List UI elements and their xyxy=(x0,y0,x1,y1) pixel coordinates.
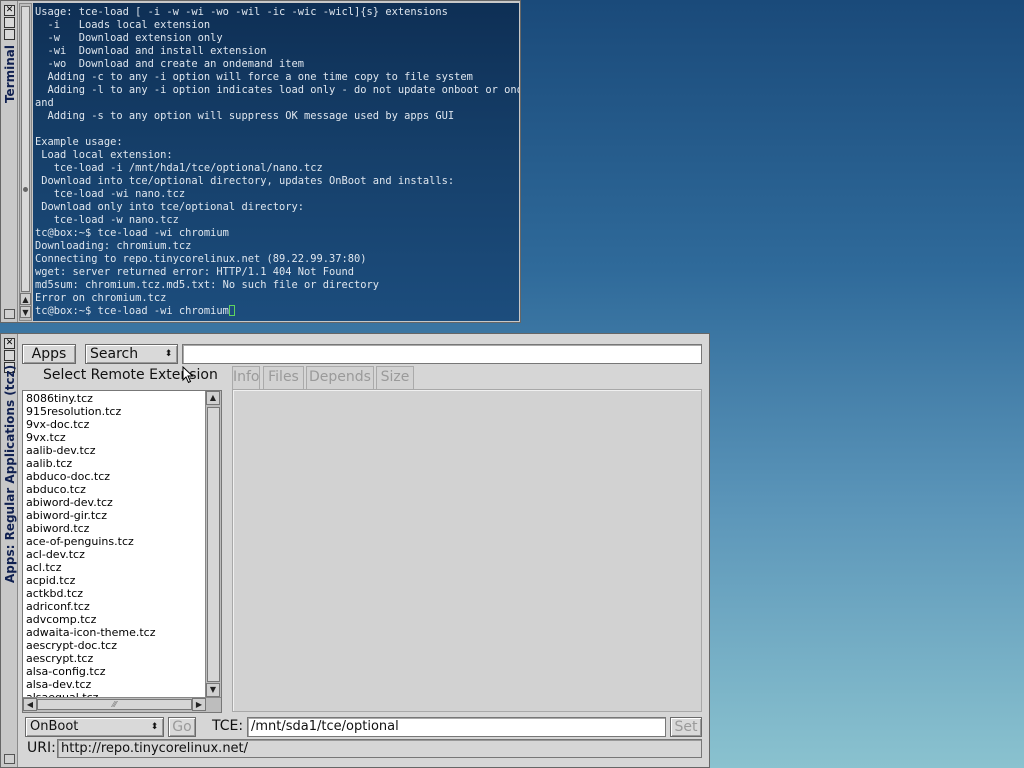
search-mode-select[interactable]: Search ⬍ xyxy=(85,344,178,364)
scroll-grip-icon xyxy=(23,187,28,192)
close-icon[interactable]: ✕ xyxy=(4,338,15,349)
terminal-line: Downloading: chromium.tcz xyxy=(35,240,192,252)
list-vertical-scrollbar[interactable]: ▲ ▼ xyxy=(205,391,221,697)
terminal-line: Example usage: xyxy=(35,136,123,148)
terminal-line: Usage: tce-load [ -i -w -wi -wo -wil -ic… xyxy=(35,6,448,18)
terminal-prompt[interactable]: tc@box:~$ tce-load -wi chromium xyxy=(35,305,519,318)
list-item[interactable]: alsa-config.tcz xyxy=(26,665,205,678)
terminal-output[interactable]: Usage: tce-load [ -i -w -wi -wo -wil -ic… xyxy=(33,3,519,321)
list-item[interactable]: actkbd.tcz xyxy=(26,587,205,600)
list-item[interactable]: aalib.tcz xyxy=(26,457,205,470)
tab-files[interactable]: Files xyxy=(263,366,304,389)
terminal-line: Adding -s to any option will suppress OK… xyxy=(35,110,455,122)
install-mode-select[interactable]: OnBoot ⬍ xyxy=(25,717,164,737)
terminal-line: md5sum: chromium.tcz.md5.txt: No such fi… xyxy=(35,279,380,291)
info-panel xyxy=(232,389,702,712)
scroll-down-arrow-icon[interactable]: ▼ xyxy=(20,306,31,318)
list-item[interactable]: abduco.tcz xyxy=(26,483,205,496)
terminal-line: Download only into tce/optional director… xyxy=(35,201,304,213)
terminal-line: tce-load -wi nano.tcz xyxy=(35,188,186,200)
list-item[interactable]: aalib-dev.tcz xyxy=(26,444,205,457)
list-item[interactable]: alsa-dev.tcz xyxy=(26,678,205,691)
terminal-line: Error on chromium.tcz xyxy=(35,292,167,304)
terminal-line: Connecting to repo.tinycorelinux.net (89… xyxy=(35,253,367,265)
resize-grip-icon[interactable] xyxy=(4,754,15,764)
terminal-line: and xyxy=(35,97,54,109)
list-item[interactable]: advcomp.tcz xyxy=(26,613,205,626)
updown-arrow-icon: ⬍ xyxy=(164,349,173,359)
apps-titlebar[interactable]: ✕ Apps: Regular Applications (tcz) xyxy=(1,334,18,767)
list-item[interactable]: abiword.tcz xyxy=(26,522,205,535)
maximize-icon[interactable] xyxy=(4,17,15,28)
extension-list[interactable]: 8086tiny.tcz 915resolution.tcz 9vx-doc.tcz… xyxy=(22,390,222,713)
list-item[interactable]: acl.tcz xyxy=(26,561,205,574)
mouse-pointer-icon xyxy=(182,366,194,384)
terminal-line: -w Download extension only xyxy=(35,32,223,44)
terminal-line: Adding -l to any -i option indicates loa… xyxy=(35,84,520,96)
scroll-up-arrow-icon[interactable]: ▲ xyxy=(20,293,31,305)
uri-field[interactable]: http://repo.tinycorelinux.net/ xyxy=(57,739,702,758)
terminal-line: tce-load -w nano.tcz xyxy=(35,214,179,226)
search-input[interactable] xyxy=(182,344,702,364)
terminal-line: wget: server returned error: HTTP/1.1 40… xyxy=(35,266,355,278)
install-mode-label: OnBoot xyxy=(30,719,79,734)
tab-depends[interactable]: Depends xyxy=(306,366,374,389)
terminal-line: tc@box:~$ tce-load -wi chromium xyxy=(35,227,229,239)
terminal-titlebar[interactable]: ✕ Terminal xyxy=(1,1,18,322)
terminal-scrollbar[interactable]: ▲ ▼ xyxy=(19,3,32,321)
prompt-text: tc@box:~$ tce-load -wi chromium xyxy=(35,305,229,317)
close-icon[interactable]: ✕ xyxy=(4,5,15,16)
terminal-line: Load local extension: xyxy=(35,149,173,161)
list-item[interactable]: abiword-dev.tcz xyxy=(26,496,205,509)
terminal-line: Adding -c to any -i option will force a … xyxy=(35,71,473,83)
minimize-icon[interactable] xyxy=(4,29,15,40)
apps-window: ✕ Apps: Regular Applications (tcz) Apps … xyxy=(0,333,710,768)
list-item[interactable]: 9vx-doc.tcz xyxy=(26,418,205,431)
list-item[interactable]: 8086tiny.tcz xyxy=(26,392,205,405)
list-item[interactable]: 915resolution.tcz xyxy=(26,405,205,418)
list-item[interactable]: 9vx.tcz xyxy=(26,431,205,444)
resize-grip-icon[interactable] xyxy=(4,309,15,319)
list-horizontal-scroll-thumb[interactable]: ⁄⁄⁄ xyxy=(37,699,192,710)
list-item[interactable]: abduco-doc.tcz xyxy=(26,470,205,483)
extension-items[interactable]: 8086tiny.tcz 915resolution.tcz 9vx-doc.tcz… xyxy=(23,391,205,697)
tab-size[interactable]: Size xyxy=(376,366,414,389)
list-item[interactable]: abiword-gir.tcz xyxy=(26,509,205,522)
scroll-down-arrow-icon[interactable]: ▼ xyxy=(206,683,220,697)
list-item[interactable]: aescrypt.tcz xyxy=(26,652,205,665)
list-item[interactable]: acpid.tcz xyxy=(26,574,205,587)
terminal-line: Download into tce/optional directory, up… xyxy=(35,175,455,187)
terminal-line: -i Loads local extension xyxy=(35,19,211,31)
terminal-line: -wo Download and create an ondemand item xyxy=(35,58,305,70)
scroll-up-arrow-icon[interactable]: ▲ xyxy=(206,391,220,405)
terminal-lines: Usage: tce-load [ -i -w -wi -wo -wil -ic… xyxy=(35,6,519,305)
terminal-scrollbar-thumb[interactable] xyxy=(21,6,30,292)
list-item[interactable]: adriconf.tcz xyxy=(26,600,205,613)
terminal-title: Terminal xyxy=(3,45,17,104)
maximize-icon[interactable] xyxy=(4,350,15,361)
apps-menu-button[interactable]: Apps xyxy=(22,344,76,364)
set-button[interactable]: Set xyxy=(670,717,702,737)
list-item[interactable]: adwaita-icon-theme.tcz xyxy=(26,626,205,639)
apps-title: Apps: Regular Applications (tcz) xyxy=(3,364,17,583)
tab-info[interactable]: Info xyxy=(232,366,260,389)
scroll-right-arrow-icon[interactable]: ▶ xyxy=(192,698,206,711)
list-item[interactable]: aescrypt-doc.tcz xyxy=(26,639,205,652)
go-button[interactable]: Go xyxy=(168,717,196,737)
search-mode-label: Search xyxy=(90,346,139,362)
scroll-left-arrow-icon[interactable]: ◀ xyxy=(23,698,37,711)
list-vertical-scroll-thumb[interactable] xyxy=(207,407,220,682)
terminal-line: -wi Download and install extension xyxy=(35,45,267,57)
list-item[interactable]: ace-of-penguins.tcz xyxy=(26,535,205,548)
list-horizontal-scrollbar[interactable]: ◀ ⁄⁄⁄ ▶ xyxy=(23,697,221,712)
tce-path-field[interactable]: /mnt/sda1/tce/optional xyxy=(247,717,666,737)
list-item[interactable]: acl-dev.tcz xyxy=(26,548,205,561)
terminal-line: tce-load -i /mnt/hda1/tce/optional/nano.… xyxy=(35,162,323,174)
text-cursor xyxy=(228,305,235,316)
tce-label: TCE: xyxy=(212,718,244,734)
updown-arrow-icon: ⬍ xyxy=(150,722,159,732)
uri-label: URI: xyxy=(27,740,56,756)
terminal-window: ✕ Terminal ▲ ▼ Usage: tce-load [ -i -w -… xyxy=(0,0,521,323)
